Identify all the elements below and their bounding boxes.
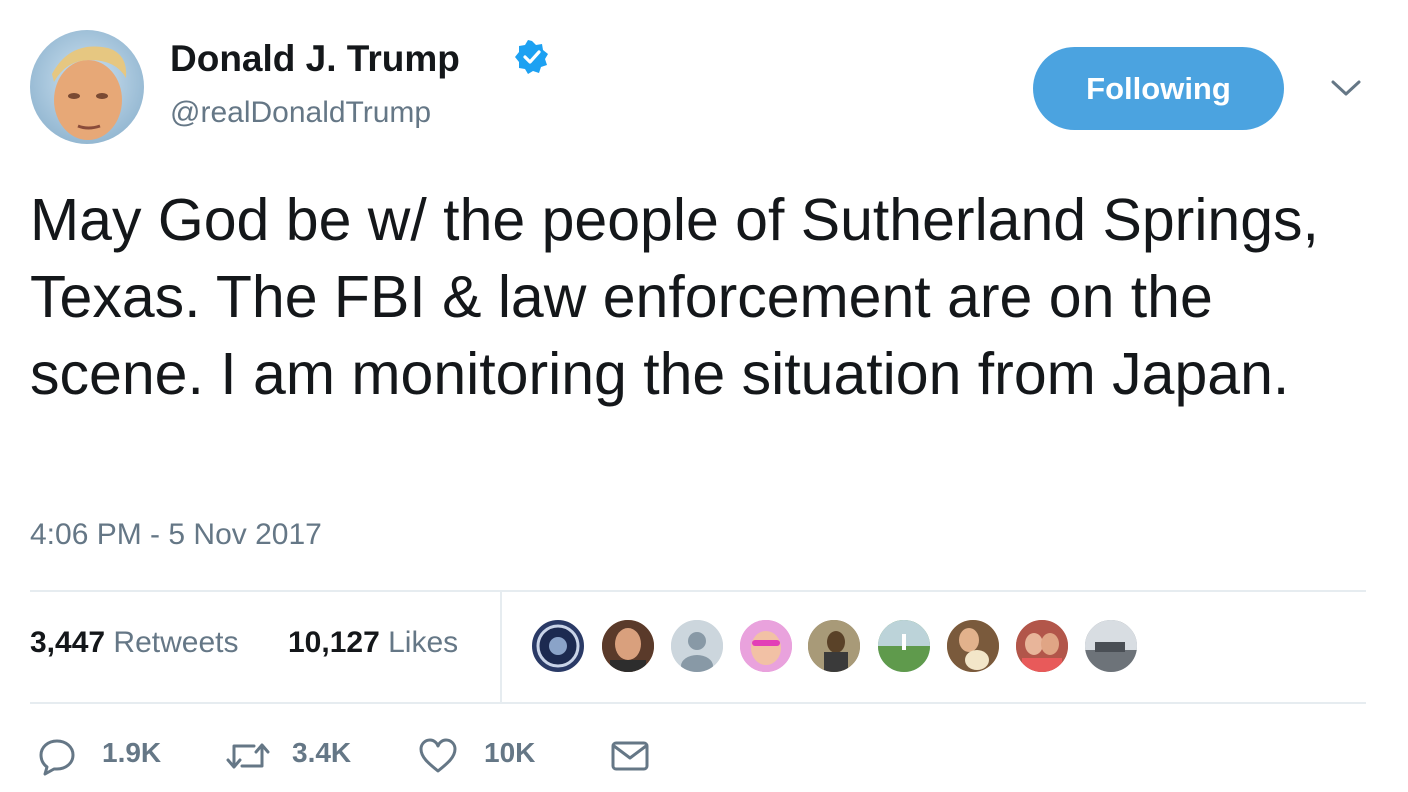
reply-icon[interactable] xyxy=(37,736,77,776)
like-count: 10K xyxy=(484,737,536,768)
likes-count: 10,127 xyxy=(288,626,380,659)
retweet-icon[interactable] xyxy=(226,736,270,776)
retweets-count: 3,447 xyxy=(30,626,106,659)
profile-avatar[interactable] xyxy=(30,30,144,144)
user-handle[interactable]: @realDonaldTrump xyxy=(170,96,431,130)
retweets-label: Retweets xyxy=(113,626,239,659)
man-avatar[interactable] xyxy=(600,618,656,674)
likes-label: Likes xyxy=(388,626,459,659)
display-name[interactable]: Donald J. Trump xyxy=(170,38,460,80)
dog-avatar[interactable] xyxy=(945,618,1001,674)
default-avatar[interactable] xyxy=(669,618,725,674)
likes-stat[interactable]: 10,127 Likes xyxy=(288,626,458,660)
envelope-icon[interactable] xyxy=(610,736,650,776)
tweet-text: May God be w/ the people of Sutherland S… xyxy=(30,187,1319,407)
pink-avatar[interactable] xyxy=(738,618,794,674)
landscape-avatar[interactable] xyxy=(1083,618,1139,674)
following-button[interactable]: Following xyxy=(1033,47,1284,130)
chevron-down-icon[interactable] xyxy=(1329,76,1363,100)
divider-vertical xyxy=(500,592,502,702)
reply-count: 1.9K xyxy=(102,737,162,768)
verified-badge-icon xyxy=(515,40,549,74)
divider xyxy=(30,590,1366,592)
retweets-stat[interactable]: 3,447 Retweets xyxy=(30,626,238,660)
divider xyxy=(30,702,1366,704)
retweet-count: 3.4K xyxy=(292,737,352,768)
woman-avatar[interactable] xyxy=(806,618,862,674)
seal-avatar[interactable] xyxy=(530,618,586,674)
tweet-timestamp[interactable]: 4:06 PM - 5 Nov 2017 xyxy=(30,518,322,552)
couple-avatar[interactable] xyxy=(1014,618,1070,674)
heart-icon[interactable] xyxy=(418,736,458,776)
field-avatar[interactable] xyxy=(876,618,932,674)
